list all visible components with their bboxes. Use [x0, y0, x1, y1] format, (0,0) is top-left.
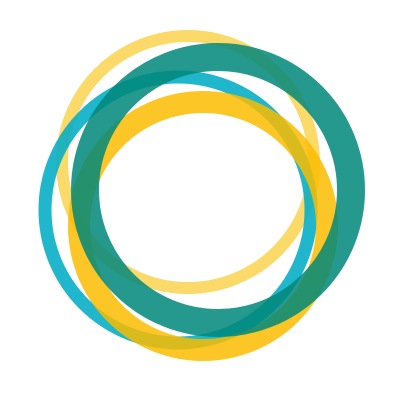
interlocking-rings-logo: [38, 30, 365, 361]
logo-canvas: [0, 0, 400, 400]
